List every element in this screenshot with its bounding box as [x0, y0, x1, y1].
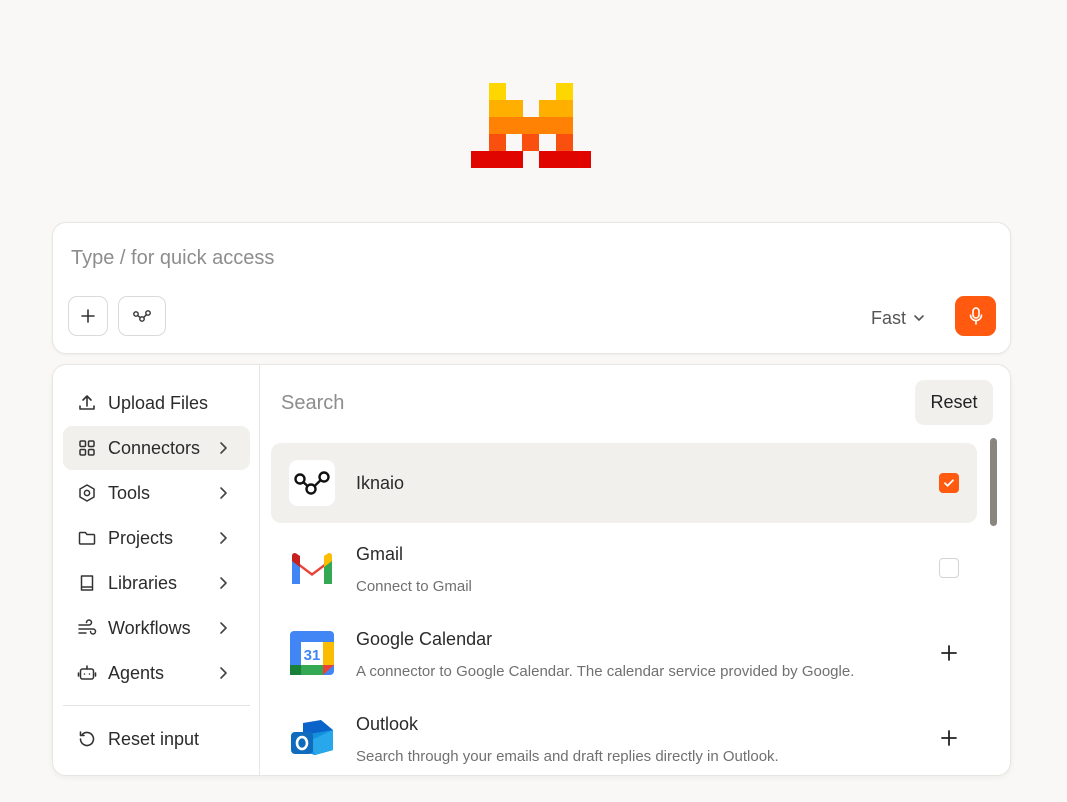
chevron-right-icon	[220, 622, 227, 634]
mode-label: Fast	[871, 307, 907, 328]
connector-description: Connect to Gmail	[356, 578, 472, 595]
gmail-icon	[289, 545, 335, 591]
connectors-button[interactable]	[118, 296, 166, 336]
svg-text:31: 31	[304, 647, 321, 664]
mode-selector[interactable]: Fast	[871, 307, 926, 329]
sidebar-item-workflows[interactable]: Workflows	[63, 606, 250, 650]
connector-row-outlook[interactable]: Outlook Search through your emails and d…	[271, 698, 977, 775]
connector-row-gmail[interactable]: Gmail Connect to Gmail	[271, 528, 977, 608]
sidebar-item-label: Upload Files	[108, 392, 209, 413]
chevron-right-icon	[220, 667, 227, 679]
sidebar-item-agents[interactable]: Agents	[63, 651, 250, 695]
sidebar-item-projects[interactable]: Projects	[63, 516, 250, 560]
grid-icon	[79, 440, 95, 456]
add-connector-icon[interactable]	[939, 643, 959, 663]
sidebar-item-connectors[interactable]: Connectors	[63, 426, 250, 470]
chevron-right-icon	[220, 532, 227, 544]
sidebar-item-label: Libraries	[108, 572, 178, 593]
chevron-right-icon	[220, 487, 227, 499]
chevron-right-icon	[220, 577, 227, 589]
quick-access-panel: Upload Files Connectors Tools Projects L…	[52, 364, 1011, 776]
upload-icon	[79, 395, 95, 410]
reset-input-label: Reset input	[108, 728, 200, 749]
connector-list: Iknaio Gmail Connect to Gmail 31 Google …	[271, 443, 977, 775]
sidebar-item-upload-files[interactable]: Upload Files	[63, 381, 250, 425]
scrollbar-thumb[interactable]	[990, 438, 997, 526]
connector-title: Outlook	[356, 714, 419, 734]
connector-checkbox[interactable]	[939, 558, 959, 578]
connector-search-input[interactable]	[281, 392, 881, 415]
connector-title: Google Calendar	[356, 629, 493, 649]
prompt-input[interactable]	[71, 247, 971, 270]
chevron-down-icon	[914, 315, 924, 321]
connector-description: A connector to Google Calendar. The cale…	[356, 663, 855, 680]
mistral-logo	[471, 83, 591, 169]
voice-input-button[interactable]	[955, 296, 996, 336]
check-icon	[944, 479, 954, 487]
book-icon	[80, 575, 94, 591]
connector-description: Search through your emails and draft rep…	[356, 748, 779, 765]
iknaio-icon	[289, 460, 335, 506]
chevron-right-icon	[220, 442, 227, 454]
robot-icon	[77, 665, 97, 680]
connector-row-google-calendar[interactable]: 31 Google Calendar A connector to Google…	[271, 613, 977, 693]
sidebar-item-label: Agents	[108, 662, 165, 683]
connector-title: Gmail	[356, 544, 404, 564]
sidebar-item-libraries[interactable]: Libraries	[63, 561, 250, 605]
google-calendar-icon: 31	[289, 630, 335, 676]
reset-input-button[interactable]: Reset input	[63, 717, 250, 761]
panel-sidebar: Upload Files Connectors Tools Projects L…	[53, 365, 260, 775]
prompt-box: Fast	[52, 222, 1011, 354]
add-connector-icon[interactable]	[939, 728, 959, 748]
reset-button[interactable]: Reset	[915, 380, 993, 425]
plus-icon	[81, 309, 95, 323]
connector-title: Iknaio	[356, 473, 405, 493]
folder-icon	[78, 531, 96, 545]
connectors-pane: Reset Iknaio	[261, 365, 1010, 775]
sidebar-item-label: Projects	[108, 527, 174, 548]
sidebar-item-label: Tools	[108, 482, 151, 503]
connector-icon	[133, 310, 151, 322]
outlook-icon	[289, 715, 335, 761]
rotate-ccw-icon	[79, 731, 95, 747]
add-button[interactable]	[68, 296, 108, 336]
sidebar-item-tools[interactable]: Tools	[63, 471, 250, 515]
sidebar-divider	[63, 705, 250, 706]
sidebar-item-label: Connectors	[108, 437, 201, 458]
wind-icon	[78, 619, 97, 635]
sidebar-item-label: Workflows	[108, 617, 191, 638]
connector-checkbox[interactable]	[939, 473, 959, 493]
hexagon-icon	[79, 484, 95, 502]
microphone-icon	[969, 307, 982, 325]
connector-row-iknaio[interactable]: Iknaio	[271, 443, 977, 523]
